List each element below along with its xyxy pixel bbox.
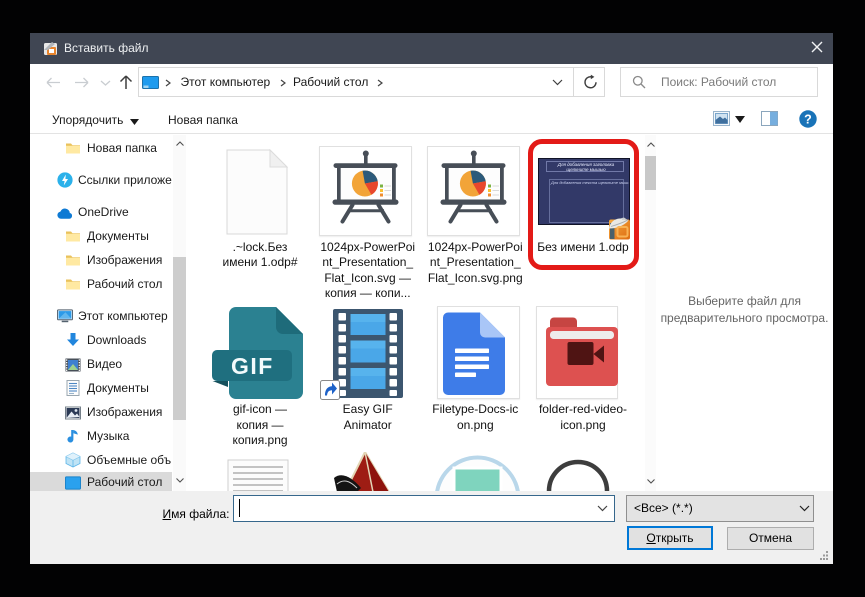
svg-text:GIF: GIF	[231, 353, 274, 379]
svg-text:?: ?	[804, 112, 812, 126]
